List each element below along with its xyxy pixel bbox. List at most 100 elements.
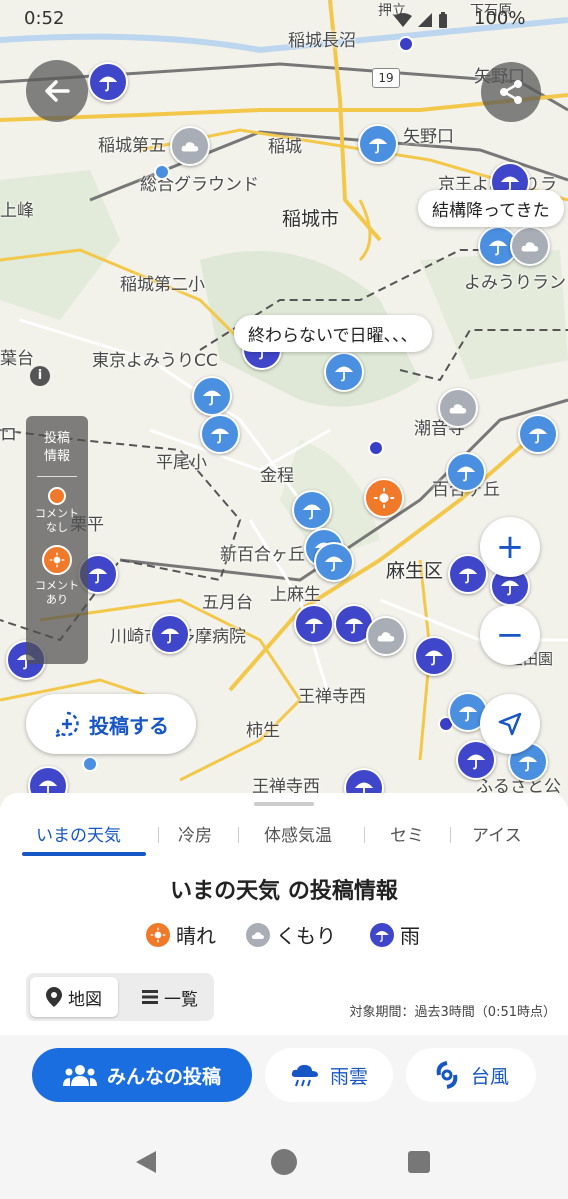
cloud-marker[interactable] (510, 226, 550, 266)
umbrella-icon (500, 580, 520, 596)
legend-cloudy: くもり (246, 920, 336, 949)
legend-sunny: 晴れ (146, 920, 216, 949)
comment-add-icon (53, 711, 79, 738)
tab-divider (450, 827, 451, 843)
sun-legend-icon (42, 545, 72, 575)
rain-marker[interactable] (200, 414, 240, 454)
target-period: 対象期間：過去3時間（0:51時点） (349, 1005, 556, 1020)
sun-icon (373, 487, 395, 509)
sheet-handle[interactable] (254, 802, 314, 806)
tab-current-weather[interactable]: いまの天気 (36, 821, 121, 846)
sun-marker[interactable] (364, 478, 404, 518)
place-label: 葉台 (0, 349, 34, 369)
legend-no-comment: コメント なし (35, 507, 79, 534)
legend-with-comment: コメント あり (35, 579, 79, 606)
post-legend-panel: 投稿 情報 コメント なし コメント あり (26, 416, 88, 664)
home-circle-icon[interactable] (271, 1149, 297, 1175)
people-icon (62, 1065, 97, 1086)
rain-marker[interactable] (192, 376, 232, 416)
umbrella-icon (370, 922, 394, 947)
rain-marker[interactable] (294, 604, 334, 644)
map-view-button[interactable]: 地図 (30, 977, 118, 1017)
cloud-marker[interactable] (438, 388, 478, 428)
tab-cooling[interactable]: 冷房 (178, 821, 212, 846)
place-label: 上峰 (0, 201, 34, 221)
rain-marker[interactable] (518, 414, 558, 454)
post-dot[interactable] (82, 756, 98, 772)
everyone-posts-label: みんなの投稿 (106, 1065, 221, 1088)
map-view[interactable]: 稲城長沼 矢野口 稲城第五 稲城 矢野口 総合グラウンド 京王よみうりラ 稲城市… (0, 0, 568, 810)
umbrella-icon (488, 240, 508, 256)
post-dot[interactable] (398, 36, 414, 52)
post-button[interactable]: 投稿する (26, 694, 196, 754)
rain-marker[interactable] (358, 124, 398, 164)
arrow-left-icon (45, 80, 70, 102)
place-label: 金程 (260, 466, 294, 486)
post-dot[interactable] (154, 164, 170, 180)
place-label: 稲城市 (282, 208, 340, 230)
rain-cloud-icon (291, 1064, 318, 1087)
dot-legend-icon (48, 487, 66, 505)
status-time: 0:52 (24, 8, 65, 29)
umbrella-icon (344, 618, 364, 634)
umbrella-icon (456, 466, 476, 482)
comment-bubble[interactable]: 結構降ってきた (418, 190, 564, 227)
back-button[interactable] (26, 60, 88, 122)
rain-marker[interactable] (292, 490, 332, 530)
system-nav-bar (0, 1115, 568, 1199)
list-icon (142, 990, 158, 1004)
place-label: 稲城 (268, 137, 302, 157)
recents-square-icon[interactable] (408, 1151, 430, 1173)
umbrella-icon (518, 756, 538, 772)
everyone-posts-button[interactable]: みんなの投稿 (32, 1048, 252, 1102)
battery-percent: 100% (474, 8, 526, 29)
zoom-in-button[interactable]: + (480, 517, 540, 577)
legend-label: 雨 (400, 924, 420, 948)
place-label: 矢野口 (403, 127, 454, 147)
rain-marker[interactable] (314, 542, 354, 582)
rain-marker[interactable] (324, 352, 364, 392)
legend-panel-title: 投稿 情報 (43, 431, 70, 464)
share-button[interactable] (481, 62, 541, 122)
umbrella-icon (424, 650, 444, 666)
comment-bubble[interactable]: 終わらないで日曜、、、 (234, 315, 432, 352)
umbrella-icon (98, 76, 118, 92)
tab-divider (158, 827, 159, 843)
tab-divider (238, 827, 239, 843)
list-view-button[interactable]: 一覧 (130, 977, 210, 1017)
info-icon[interactable]: i (30, 366, 50, 386)
place-label: 五月台 (202, 593, 253, 613)
rain-marker[interactable] (88, 62, 128, 102)
legend-label: 晴れ (176, 924, 216, 948)
rain-marker[interactable] (150, 614, 190, 654)
tab-ice[interactable]: アイス (472, 821, 522, 846)
cloud-marker[interactable] (170, 126, 210, 166)
tab-cicada[interactable]: セミ (390, 821, 424, 846)
umbrella-icon (304, 618, 324, 634)
tab-feels-like[interactable]: 体感気温 (264, 821, 332, 846)
post-dot[interactable] (368, 440, 384, 456)
cloud-icon (246, 922, 270, 947)
place-label: 柿生 (246, 721, 280, 741)
umbrella-icon (88, 568, 108, 584)
locate-button[interactable] (480, 694, 540, 754)
umbrella-icon (324, 556, 344, 572)
place-label: 稲城長沼 (288, 31, 356, 51)
typhoon-icon (436, 1061, 458, 1089)
active-tab-indicator (22, 852, 146, 856)
back-triangle-icon[interactable] (134, 1149, 158, 1175)
rain-cloud-label: 雨雲 (329, 1065, 368, 1088)
rain-marker[interactable] (414, 636, 454, 676)
zoom-out-button[interactable]: − (480, 605, 540, 665)
cloud-icon (521, 242, 539, 252)
umbrella-icon (334, 366, 354, 382)
rain-cloud-button[interactable]: 雨雲 (265, 1048, 393, 1102)
place-label: 新百合ヶ丘 (220, 545, 305, 565)
route-shield: 19 (372, 68, 400, 88)
rain-marker[interactable] (446, 452, 486, 492)
legend-rain: 雨 (370, 920, 420, 949)
typhoon-button[interactable]: 台風 (406, 1048, 536, 1102)
place-label: 上麻生 (270, 585, 321, 605)
cloud-marker[interactable] (366, 616, 406, 656)
umbrella-icon (528, 428, 548, 444)
